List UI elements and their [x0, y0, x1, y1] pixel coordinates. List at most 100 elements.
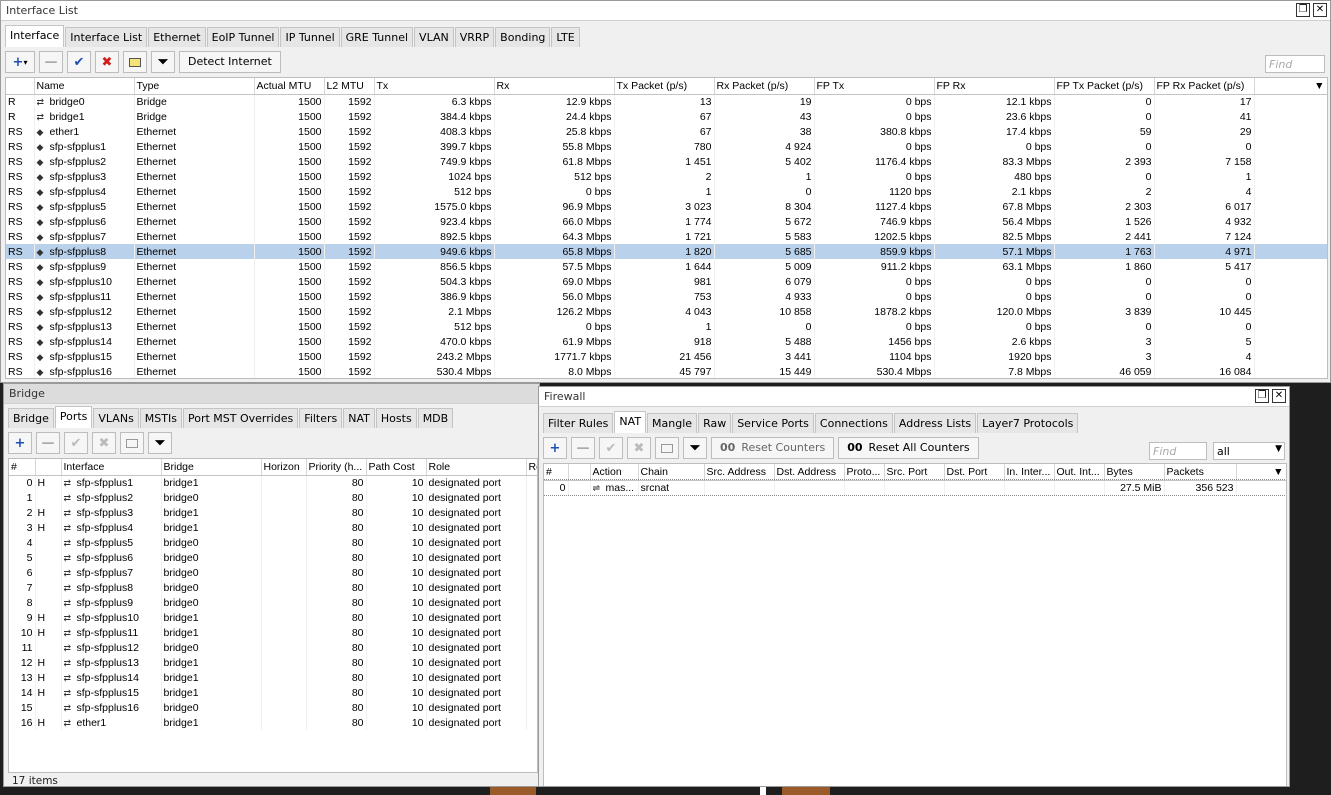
disable-button[interactable]: ✖ [95, 51, 119, 73]
tab-vlan[interactable]: VLAN [414, 27, 454, 47]
table-row[interactable]: 14 H ⇄ sfp-sfpplus15 bridge1 80 10 designated p… [9, 685, 537, 700]
table-row[interactable]: 0 ⇌ mas... srcnat 27.5 MiB 356 523 [544, 479, 1286, 496]
tab-filter-rules[interactable]: Filter Rules [543, 413, 614, 433]
tab-filters[interactable]: Filters [299, 408, 343, 428]
column-header[interactable]: Actual MTU [254, 78, 325, 95]
tab-raw[interactable]: Raw [698, 413, 732, 433]
add-button[interactable]: + ▾ [5, 51, 35, 73]
table-row[interactable]: 0 H ⇄ sfp-sfpplus1 bridge1 80 10 designated por… [9, 475, 537, 490]
column-header[interactable]: Chain [638, 464, 705, 481]
column-header[interactable]: Out. Int... [1054, 464, 1105, 481]
tab-gre-tunnel[interactable]: GRE Tunnel [340, 27, 414, 47]
table-row[interactable]: 3 H ⇄ sfp-sfpplus4 bridge1 80 10 designated por… [9, 520, 537, 535]
table-row[interactable]: 4 ⇄ sfp-sfpplus5 bridge0 80 10 designated port [9, 535, 537, 550]
tab-nat[interactable]: NAT [614, 411, 647, 433]
taskbar-item[interactable] [782, 787, 830, 795]
column-header[interactable]: Rx [494, 78, 615, 95]
column-menu-icon[interactable]: ▼ [1254, 78, 1327, 95]
table-row[interactable]: RS ◆ sfp-sfpplus12 Ethernet 1500 1592 2.1 Mbps… [6, 304, 1327, 319]
firewall-titlebar[interactable]: Firewall ❐ ✕ [539, 387, 1289, 407]
table-row[interactable]: RS ◆ sfp-sfpplus7 Ethernet 1500 1592 892.5 kbp… [6, 229, 1327, 244]
column-header[interactable]: Bridge [161, 459, 262, 476]
table-row[interactable]: 15 ⇄ sfp-sfpplus16 bridge0 80 10 designated po… [9, 700, 537, 715]
table-row[interactable]: RS ◆ sfp-sfpplus9 Ethernet 1500 1592 856.5 kbp… [6, 259, 1327, 274]
column-header[interactable]: Bytes [1104, 464, 1165, 481]
restore-icon[interactable]: ❐ [1255, 389, 1269, 403]
table-row[interactable]: RS ◆ sfp-sfpplus11 Ethernet 1500 1592 386.9 kb… [6, 289, 1327, 304]
comment-button[interactable] [120, 432, 144, 454]
table-row[interactable]: 10 H ⇄ sfp-sfpplus11 bridge1 80 10 designated p… [9, 625, 537, 640]
tab-mdb[interactable]: MDB [417, 408, 454, 428]
tab-vrrp[interactable]: VRRP [454, 27, 495, 47]
disable-button[interactable]: ✖ [627, 437, 651, 459]
column-header[interactable]: FP Rx Packet (p/s) [1154, 78, 1255, 95]
column-header[interactable]: Interface [61, 459, 162, 476]
tab-service-ports[interactable]: Service Ports [732, 413, 814, 433]
enable-button[interactable]: ✔ [67, 51, 91, 73]
column-header-flags[interactable] [6, 78, 35, 95]
column-header[interactable]: Path Cost [366, 459, 427, 476]
tab-address-lists[interactable]: Address Lists [893, 413, 977, 433]
column-header[interactable]: FP Tx Packet (p/s) [1054, 78, 1155, 95]
detect-internet-button[interactable]: Detect Internet [179, 51, 281, 73]
column-header[interactable]: Role [426, 459, 527, 476]
column-header[interactable]: Action [590, 464, 639, 481]
column-header[interactable]: Tx Packet (p/s) [614, 78, 715, 95]
tab-ethernet[interactable]: Ethernet [148, 27, 206, 47]
table-row[interactable]: RS ◆ sfp-sfpplus5 Ethernet 1500 1592 1575.0 kb… [6, 199, 1327, 214]
firewall-filter-select[interactable]: all ▼ [1213, 442, 1285, 460]
reset-counters-button[interactable]: 00 Reset Counters [711, 437, 835, 459]
close-icon[interactable]: ✕ [1313, 3, 1327, 17]
tab-vlans[interactable]: VLANs [93, 408, 139, 428]
tab-layer7-protocols[interactable]: Layer7 Protocols [977, 413, 1079, 433]
column-header[interactable]: Priority (h... [306, 459, 367, 476]
table-row[interactable]: 9 H ⇄ sfp-sfpplus10 bridge1 80 10 designated po… [9, 610, 537, 625]
column-header[interactable]: Src. Address [704, 464, 775, 481]
column-header[interactable]: Proto... [844, 464, 885, 481]
column-header[interactable]: Rx Packet (p/s) [714, 78, 815, 95]
interface-list-titlebar[interactable]: Interface List ❐ ✕ [1, 1, 1330, 21]
tab-connections[interactable]: Connections [814, 413, 893, 433]
table-row[interactable]: 13 H ⇄ sfp-sfpplus14 bridge1 80 10 designated p… [9, 670, 537, 685]
tab-bridge[interactable]: Bridge [8, 408, 54, 428]
column-header[interactable]: Dst. Port [944, 464, 1005, 481]
table-row[interactable]: 2 H ⇄ sfp-sfpplus3 bridge1 80 10 designated por… [9, 505, 537, 520]
tab-mangle[interactable]: Mangle [647, 413, 698, 433]
table-row[interactable]: RS ◆ ether1 Ethernet 1500 1592 408.3 kbps 25.8 … [6, 124, 1327, 139]
table-row[interactable]: RS ◆ sfp-sfpplus8 Ethernet 1500 1592 949.6 kbp… [6, 244, 1327, 259]
table-row[interactable]: 16 H ⇄ ether1 bridge1 80 10 designated port [9, 715, 537, 730]
filter-button[interactable]: ⏷ [683, 437, 707, 459]
tab-nat[interactable]: NAT [343, 408, 375, 428]
table-row[interactable]: RS ◆ sfp-sfpplus3 Ethernet 1500 1592 1024 bps 5… [6, 169, 1327, 184]
table-row[interactable]: 5 ⇄ sfp-sfpplus6 bridge0 80 10 designated port [9, 550, 537, 565]
tab-port-mst-overrides[interactable]: Port MST Overrides [182, 408, 299, 428]
table-row[interactable]: 1 ⇄ sfp-sfpplus2 bridge0 80 10 designated port [9, 490, 537, 505]
table-row[interactable]: 8 ⇄ sfp-sfpplus9 bridge0 80 10 designated port [9, 595, 537, 610]
table-row[interactable]: RS ◆ sfp-sfpplus15 Ethernet 1500 1592 243.2 Mb… [6, 349, 1327, 364]
firewall-find-input[interactable]: Find [1149, 442, 1207, 460]
disable-button[interactable]: ✖ [92, 432, 116, 454]
remove-button[interactable]: — [571, 437, 595, 459]
table-row[interactable]: 11 ⇄ sfp-sfpplus12 bridge0 80 10 designated po… [9, 640, 537, 655]
column-header-flags[interactable] [35, 459, 62, 476]
column-header[interactable]: Ro [526, 459, 537, 476]
interface-find-input[interactable]: Find [1265, 55, 1325, 73]
tab-hosts[interactable]: Hosts [375, 408, 417, 428]
column-header[interactable]: Dst. Address [774, 464, 845, 481]
remove-button[interactable]: — [39, 51, 63, 73]
bridge-titlebar[interactable]: Bridge [4, 384, 539, 404]
table-row[interactable]: RS ◆ sfp-sfpplus4 Ethernet 1500 1592 512 bps 0 … [6, 184, 1327, 199]
add-button[interactable]: + [8, 432, 32, 454]
table-row[interactable]: 7 ⇄ sfp-sfpplus8 bridge0 80 10 designated port [9, 580, 537, 595]
tab-mstis[interactable]: MSTIs [139, 408, 182, 428]
column-header[interactable]: Name [34, 78, 135, 95]
close-icon[interactable]: ✕ [1272, 389, 1286, 403]
table-row[interactable]: RS ◆ sfp-sfpplus2 Ethernet 1500 1592 749.9 kbp… [6, 154, 1327, 169]
table-row[interactable]: RS ◆ sfp-sfpplus14 Ethernet 1500 1592 470.0 kb… [6, 334, 1327, 349]
enable-button[interactable]: ✔ [599, 437, 623, 459]
tab-lte[interactable]: LTE [551, 27, 580, 47]
column-header[interactable]: # [9, 459, 36, 476]
column-header[interactable]: Tx [374, 78, 495, 95]
add-button[interactable]: + [543, 437, 567, 459]
column-menu-icon[interactable]: ▼ [1236, 464, 1286, 481]
